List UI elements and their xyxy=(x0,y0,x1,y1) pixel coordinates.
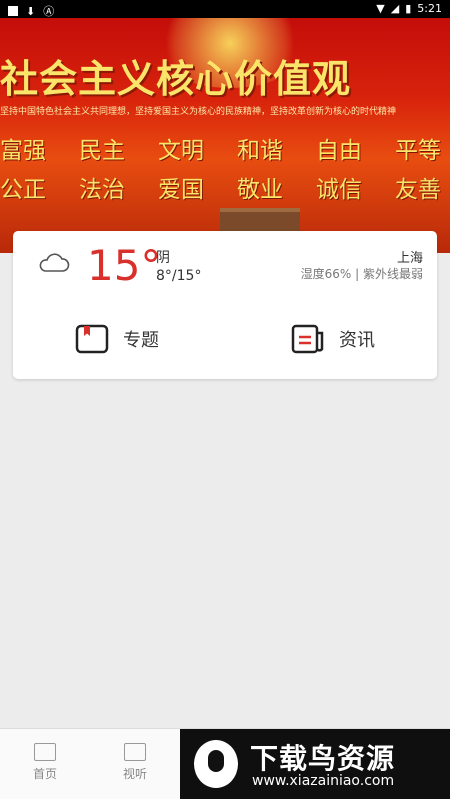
nav-video[interactable]: 视听 xyxy=(110,743,160,782)
bird-logo-icon xyxy=(194,740,238,788)
watermark: 下载鸟资源 www.xiazainiao.com xyxy=(180,729,450,799)
weather-details: 湿度66% | 紫外线最弱 xyxy=(300,267,423,281)
status-bar: ⬇ Ⓐ ▼ ◢ ▮ 5:21 xyxy=(0,0,450,18)
banner-title: 社会主义核心价值观 xyxy=(0,57,352,101)
notification-icon xyxy=(8,6,18,16)
home-icon xyxy=(34,743,56,761)
value-item: 敬业 xyxy=(237,177,283,203)
values-row-1: 富强 民主 文明 和谐 自由 平等 xyxy=(0,131,450,165)
value-item: 诚信 xyxy=(316,177,362,203)
city-name: 上海 xyxy=(396,251,423,266)
temperature: 15° xyxy=(87,241,162,290)
battery-icon: ▮ xyxy=(405,2,412,15)
download-icon: ⬇ xyxy=(26,4,36,18)
value-item: 和谐 xyxy=(237,138,283,164)
news-label: 资讯 xyxy=(339,330,375,351)
wifi-icon: ▼ xyxy=(376,2,385,15)
values-row-2: 公正 法治 爱国 敬业 诚信 友善 xyxy=(0,170,450,204)
value-item: 法治 xyxy=(79,177,125,203)
book-icon xyxy=(75,324,109,354)
video-icon xyxy=(124,743,146,761)
topics-button[interactable]: 专题 xyxy=(75,324,159,354)
value-item: 爱国 xyxy=(158,177,204,203)
nav-video-label: 视听 xyxy=(122,767,147,781)
watermark-title: 下载鸟资源 xyxy=(250,742,396,775)
value-item: 富强 xyxy=(0,138,46,164)
news-button[interactable]: 资讯 xyxy=(291,324,375,354)
banner[interactable]: 社会主义核心价值观 坚持中国特色社会主义共同理想，坚持爱国主义为核心的民族精神，… xyxy=(0,18,450,253)
value-item: 文明 xyxy=(158,138,204,164)
newspaper-icon xyxy=(291,324,324,354)
app-notification-icon: Ⓐ xyxy=(43,5,55,18)
nav-home[interactable]: 首页 xyxy=(20,743,70,782)
topics-label: 专题 xyxy=(123,330,159,351)
watermark-url: www.xiazainiao.com xyxy=(252,773,395,789)
value-item: 友善 xyxy=(395,177,441,203)
nav-home-label: 首页 xyxy=(32,767,57,781)
status-time: 5:21 xyxy=(417,2,442,15)
banner-subtitle: 坚持中国特色社会主义共同理想，坚持爱国主义为核心的民族精神，坚持改革创新为核心的… xyxy=(0,107,397,117)
value-item: 自由 xyxy=(316,138,362,164)
value-item: 民主 xyxy=(79,138,125,164)
signal-icon: ◢ xyxy=(390,2,400,15)
cloud-icon xyxy=(39,253,70,272)
weather-card: 15° 阴 8°/15° 上海 湿度66% | 紫外线最弱 专题 资讯 xyxy=(13,231,437,379)
temperature-range: 8°/15° xyxy=(156,268,202,284)
value-item: 平等 xyxy=(395,138,441,164)
weather-condition: 阴 xyxy=(156,250,170,266)
value-item: 公正 xyxy=(0,177,46,203)
